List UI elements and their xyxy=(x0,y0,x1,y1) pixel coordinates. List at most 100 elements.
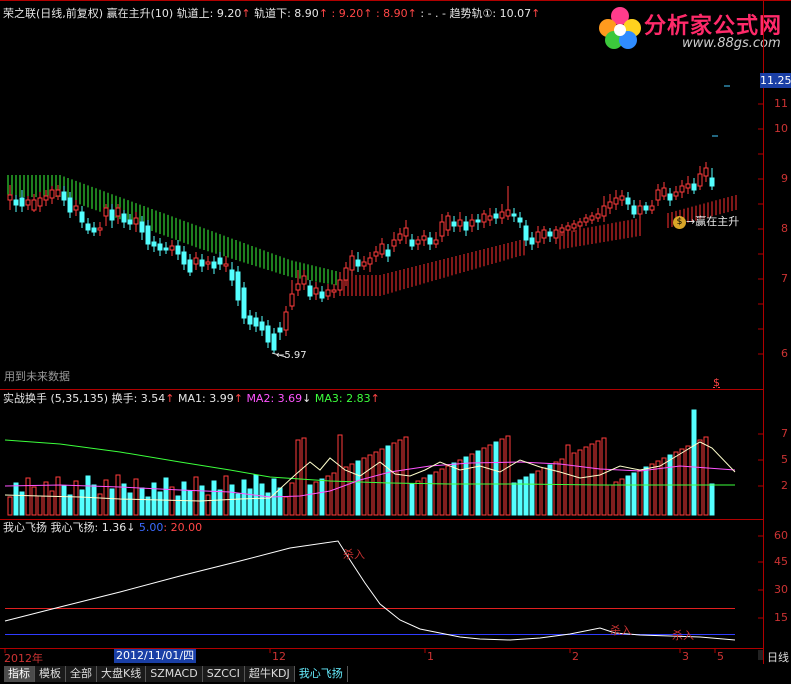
candle-body xyxy=(157,243,163,251)
turnover-value: 换手: 3.54 xyxy=(111,392,166,405)
current-price-tag: 11.25 xyxy=(760,73,791,88)
date-tick: 3 xyxy=(682,650,689,663)
turnover-bar xyxy=(499,438,505,516)
feiyang-axis-label: 60 xyxy=(774,529,788,542)
turnover-bar xyxy=(289,482,295,516)
candle-body xyxy=(505,209,511,217)
candle-body xyxy=(7,194,13,201)
turnover-bar xyxy=(679,448,685,516)
candle-body xyxy=(571,223,577,229)
turnover-bar xyxy=(373,451,379,516)
tab-feiyang[interactable]: 我心飞扬 xyxy=(294,666,348,682)
turnover-bar xyxy=(295,439,301,516)
candle-body xyxy=(289,293,295,307)
turnover-bar xyxy=(361,457,367,516)
candle-body xyxy=(475,219,481,223)
candle-body xyxy=(415,239,421,245)
dollar-mark: $ xyxy=(713,376,720,389)
turnover-bar xyxy=(67,494,73,516)
turnover-bar xyxy=(427,474,433,516)
candle-body xyxy=(499,211,505,219)
turnover-bar xyxy=(613,481,619,516)
candle-body xyxy=(541,229,547,239)
turnover-bar xyxy=(643,466,649,516)
turnover-bar xyxy=(589,443,595,516)
turnover-bar xyxy=(217,489,223,516)
turnover-bar xyxy=(211,480,217,516)
candle-body xyxy=(349,255,355,271)
turnover-bar xyxy=(337,434,343,516)
feiyang-axis-label: 45 xyxy=(774,555,788,568)
candle-body xyxy=(145,225,151,245)
candle-body xyxy=(163,247,169,251)
turnover-bar xyxy=(205,494,211,516)
candle-body xyxy=(577,221,583,227)
turnover-bar xyxy=(277,487,283,516)
date-tick: 12 xyxy=(272,650,286,663)
turnover-bar xyxy=(457,459,463,516)
candle-body xyxy=(637,205,643,215)
candle-body xyxy=(229,269,235,281)
candle-body xyxy=(313,287,319,295)
turnover-bar xyxy=(709,483,715,516)
turnover-bar xyxy=(301,437,307,516)
candle-body xyxy=(205,261,211,265)
ma3-value: MA3: 2.83 xyxy=(314,392,371,405)
turnover-bar xyxy=(247,488,253,516)
turnover-bar xyxy=(223,475,229,516)
candle-body xyxy=(91,227,97,233)
candle-body xyxy=(481,213,487,223)
buy-annotation: 杀入 xyxy=(610,624,632,637)
candle-body xyxy=(109,209,115,221)
price-axis-label: 8 xyxy=(781,222,788,235)
candle-body xyxy=(121,213,127,223)
tab-chaoniu-kdj[interactable]: 超牛KDJ xyxy=(244,666,295,682)
price-axis-label: 10 xyxy=(774,122,788,135)
turnover-bar xyxy=(163,477,169,516)
price-axis-label: 9 xyxy=(781,172,788,185)
candle-body xyxy=(25,199,31,206)
tab-template[interactable]: 模板 xyxy=(35,666,66,682)
volume-header: 实战换手 (5,35,135) 换手: 3.54↑ MA1: 3.99↑ MA2… xyxy=(3,392,380,406)
date-tick: 1 xyxy=(427,650,434,663)
tab-all[interactable]: 全部 xyxy=(66,666,97,682)
buy-annotation: 杀入 xyxy=(343,548,365,561)
money-bag-icon: $ xyxy=(673,215,686,229)
tab-szmacd[interactable]: SZMACD xyxy=(146,666,203,682)
turnover-bar xyxy=(517,479,523,516)
candle-body xyxy=(469,219,475,227)
feiyang-name: 我心飞扬 xyxy=(3,521,47,534)
candle-body xyxy=(457,219,463,227)
tab-indicator[interactable]: 指标 xyxy=(4,666,35,682)
candle-body xyxy=(331,289,337,293)
candle-body xyxy=(433,239,439,245)
turnover-bar xyxy=(169,486,175,516)
turnover-bar xyxy=(61,485,67,516)
turnover-bar xyxy=(307,484,313,516)
buy-annotation: 杀入 xyxy=(672,629,694,642)
turnover-bar xyxy=(85,475,91,516)
turnover-bar xyxy=(325,475,331,516)
turnover-bar xyxy=(91,484,97,516)
candle-body xyxy=(487,215,493,221)
date-tick: 2 xyxy=(572,650,579,663)
turnover-bar xyxy=(415,480,421,516)
candle-body xyxy=(613,197,619,205)
candle-body xyxy=(37,197,43,207)
candle-body xyxy=(667,193,673,201)
candle-body xyxy=(295,283,301,291)
candle-body xyxy=(631,205,637,215)
price-chart[interactable] xyxy=(0,0,791,684)
turnover-bar xyxy=(703,436,709,516)
candle-body xyxy=(685,183,691,189)
tab-szcci[interactable]: SZCCI xyxy=(202,666,245,682)
turnover-bar xyxy=(31,486,37,516)
candlesticks xyxy=(7,162,715,354)
tab-market-kline[interactable]: 大盘K线 xyxy=(97,666,147,682)
candle-body xyxy=(223,263,229,267)
ma1-value: MA1: 3.99 xyxy=(178,392,234,405)
candle-body xyxy=(601,205,607,217)
candle-body xyxy=(709,177,715,187)
turnover-bar xyxy=(409,483,415,516)
turnover-bar xyxy=(193,476,199,516)
